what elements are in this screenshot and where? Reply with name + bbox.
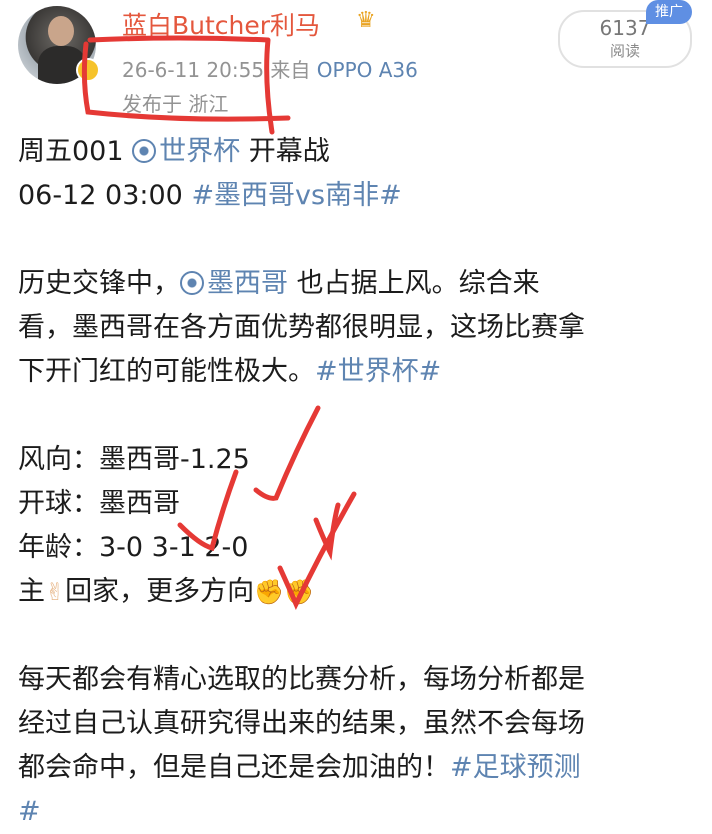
hashtag-worldcup[interactable]: #世界杯# xyxy=(315,356,441,387)
avatar-face xyxy=(48,16,74,46)
post-header: 蓝白Butcher利马 ♛ 26-6-11 20:55 来自 OPPO A36 … xyxy=(0,0,712,120)
body-line-kickoff: 开球：墨西哥 xyxy=(18,488,180,519)
text: 06-12 03:00 xyxy=(18,180,192,211)
body-line: 每天都会有精心选取的比赛分析，每场分析都是 xyxy=(18,664,585,695)
username[interactable]: 蓝白Butcher利马 xyxy=(122,6,320,42)
flexed-biceps-emoji: ✊✊ xyxy=(254,578,314,606)
verified-badge-icon xyxy=(76,58,100,82)
hashtag-football-prediction[interactable]: #足球预测 xyxy=(450,752,581,783)
victory-hand-emoji: ✌ xyxy=(45,578,66,606)
body-line-age: 年龄：3-0 3-1 2-0 xyxy=(18,532,249,563)
body-line: 周五001 ⚽世界杯 开幕战 xyxy=(18,130,708,174)
body-line: 历史交锋中，⚽墨西哥 也占据上风。综合来 xyxy=(18,262,708,306)
promo-badge: 推广 xyxy=(646,0,692,24)
text: 主 xyxy=(18,576,45,607)
body-line: 06-12 03:00 #墨西哥vs南非# xyxy=(18,174,708,218)
topic-link-worldcup[interactable]: ⚽世界杯 xyxy=(132,136,240,167)
post-meta: 26-6-11 20:55 来自 OPPO A36 xyxy=(122,54,418,83)
topic-link-mexico[interactable]: ⚽墨西哥 xyxy=(180,268,288,299)
device-link[interactable]: OPPO A36 xyxy=(317,58,418,82)
body-line: 都会命中，但是自己还是会加油的！#足球预测 xyxy=(18,746,708,790)
location: 发布于 浙江 xyxy=(122,92,229,116)
topic-text: 墨西哥 xyxy=(207,268,288,299)
post-body: 周五001 ⚽世界杯 开幕战 06-12 03:00 #墨西哥vs南非# 历史交… xyxy=(18,130,708,834)
football-icon: ⚽ xyxy=(180,271,204,295)
text: 回家，更多方向 xyxy=(65,576,255,607)
crown-icon: ♛ xyxy=(356,8,376,33)
body-line-home: 主✌回家，更多方向✊✊ xyxy=(18,570,708,614)
text: 历史交锋中， xyxy=(18,268,180,299)
body-line-wind: 风向：墨西哥-1.25 xyxy=(18,444,250,475)
body-line: 下开门红的可能性极大。#世界杯# xyxy=(18,350,708,394)
text: 周五001 xyxy=(18,136,133,167)
hashtag-close[interactable]: # xyxy=(18,796,41,827)
body-line: # xyxy=(18,790,708,834)
hashtag-mexico-vs-southafrica[interactable]: #墨西哥vs南非# xyxy=(191,180,401,211)
text: 下开门红的可能性极大。 xyxy=(18,356,315,387)
text: 都会命中，但是自己还是会加油的！ xyxy=(18,752,450,783)
topic-text: 世界杯 xyxy=(159,136,241,167)
text: 也占据上风。综合来 xyxy=(288,268,540,299)
body-line: 经过自己认真研究得出来的结果，虽然不会每场 xyxy=(18,708,585,739)
read-label: 阅读 xyxy=(609,42,640,60)
timestamp: 26-6-11 20:55 xyxy=(122,58,265,82)
source-prefix: 来自 xyxy=(270,58,311,82)
football-icon: ⚽ xyxy=(132,139,157,163)
body-line: 看，墨西哥在各方面优势都很明显，这场比赛拿 xyxy=(18,312,585,343)
text: 开幕战 xyxy=(240,136,330,167)
